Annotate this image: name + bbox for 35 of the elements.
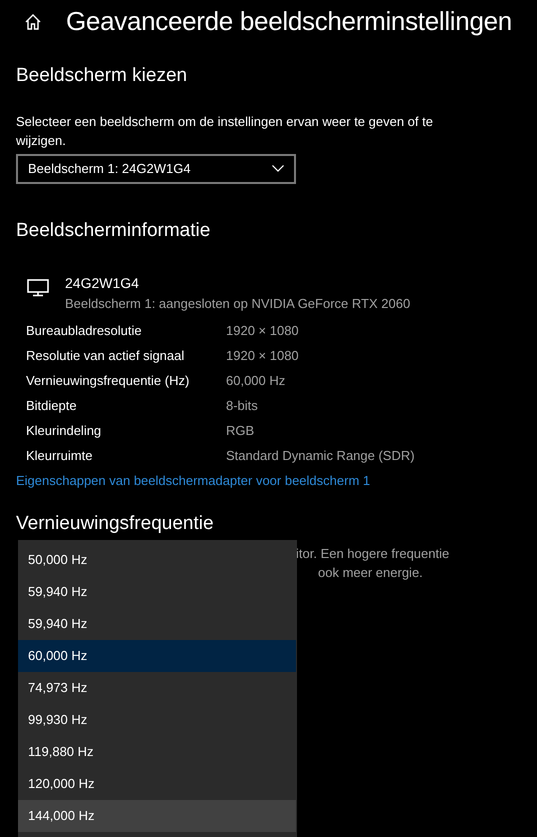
info-label: Bureaubladresolutie	[26, 322, 143, 340]
monitor-icon	[27, 278, 49, 297]
dropdown-option[interactable]: 59,940 Hz	[18, 576, 296, 608]
adapter-properties-link[interactable]: Eigenschappen van beeldschermadapter voor beeldscherm 1	[16, 473, 370, 488]
section-heading: Beeldscherminformatie	[16, 220, 212, 243]
info-label: Bitdiepte	[26, 397, 78, 416]
description-text: itor. Een hogere frequentie	[296, 544, 450, 563]
description-text: ook meer energie.	[317, 564, 424, 582]
monitor-name: 24G2W1G4	[65, 274, 140, 293]
info-value: RGB	[226, 422, 254, 440]
home-icon[interactable]	[24, 12, 42, 31]
info-value: 1920 × 1080	[226, 347, 299, 366]
monitor-detail: Beeldscherm 1: aangesloten op NVIDIA GeForce RTX 2060	[65, 294, 410, 313]
section-heading: Beeldscherm kiezen	[16, 65, 188, 88]
info-label: Kleurindeling	[26, 422, 102, 440]
info-value: 8-bits	[226, 397, 258, 416]
dropdown-option[interactable]: 119,880 Hz	[18, 736, 296, 768]
info-label: Vernieuwingsfrequentie (Hz)	[26, 372, 190, 390]
info-value: 60,000 Hz	[226, 372, 286, 390]
chevron-down-icon	[272, 165, 284, 172]
dropdown-option[interactable]: 99,930 Hz	[18, 704, 296, 736]
window-title: Geavanceerde beeldscherminstellingen	[66, 6, 512, 38]
info-value: Standard Dynamic Range (SDR)	[226, 447, 415, 466]
dropdown-option[interactable]: 60,000 Hz	[18, 640, 296, 672]
dropdown-option[interactable]: 120,000 Hz	[18, 768, 296, 800]
dropdown-option[interactable]: 144,000 Hz	[18, 800, 296, 832]
dropdown-option[interactable]: 50,000 Hz	[18, 544, 296, 576]
info-label: Resolutie van actief signaal	[26, 347, 186, 366]
description-text: Selecteer een beeldscherm om de instellingen ervan weer te geven of te wijzigen.	[16, 112, 434, 150]
dropdown-option[interactable]: 59,940 Hz	[18, 608, 296, 640]
display-dropdown[interactable]: Beeldscherm 1: 24G2W1G4	[16, 154, 296, 184]
info-value: 1920 × 1080	[226, 322, 299, 340]
section-heading: Vernieuwingsfrequentie	[16, 512, 215, 536]
dropdown-option[interactable]: 74,973 Hz	[18, 672, 296, 704]
info-label: Kleurruimte	[26, 447, 94, 466]
